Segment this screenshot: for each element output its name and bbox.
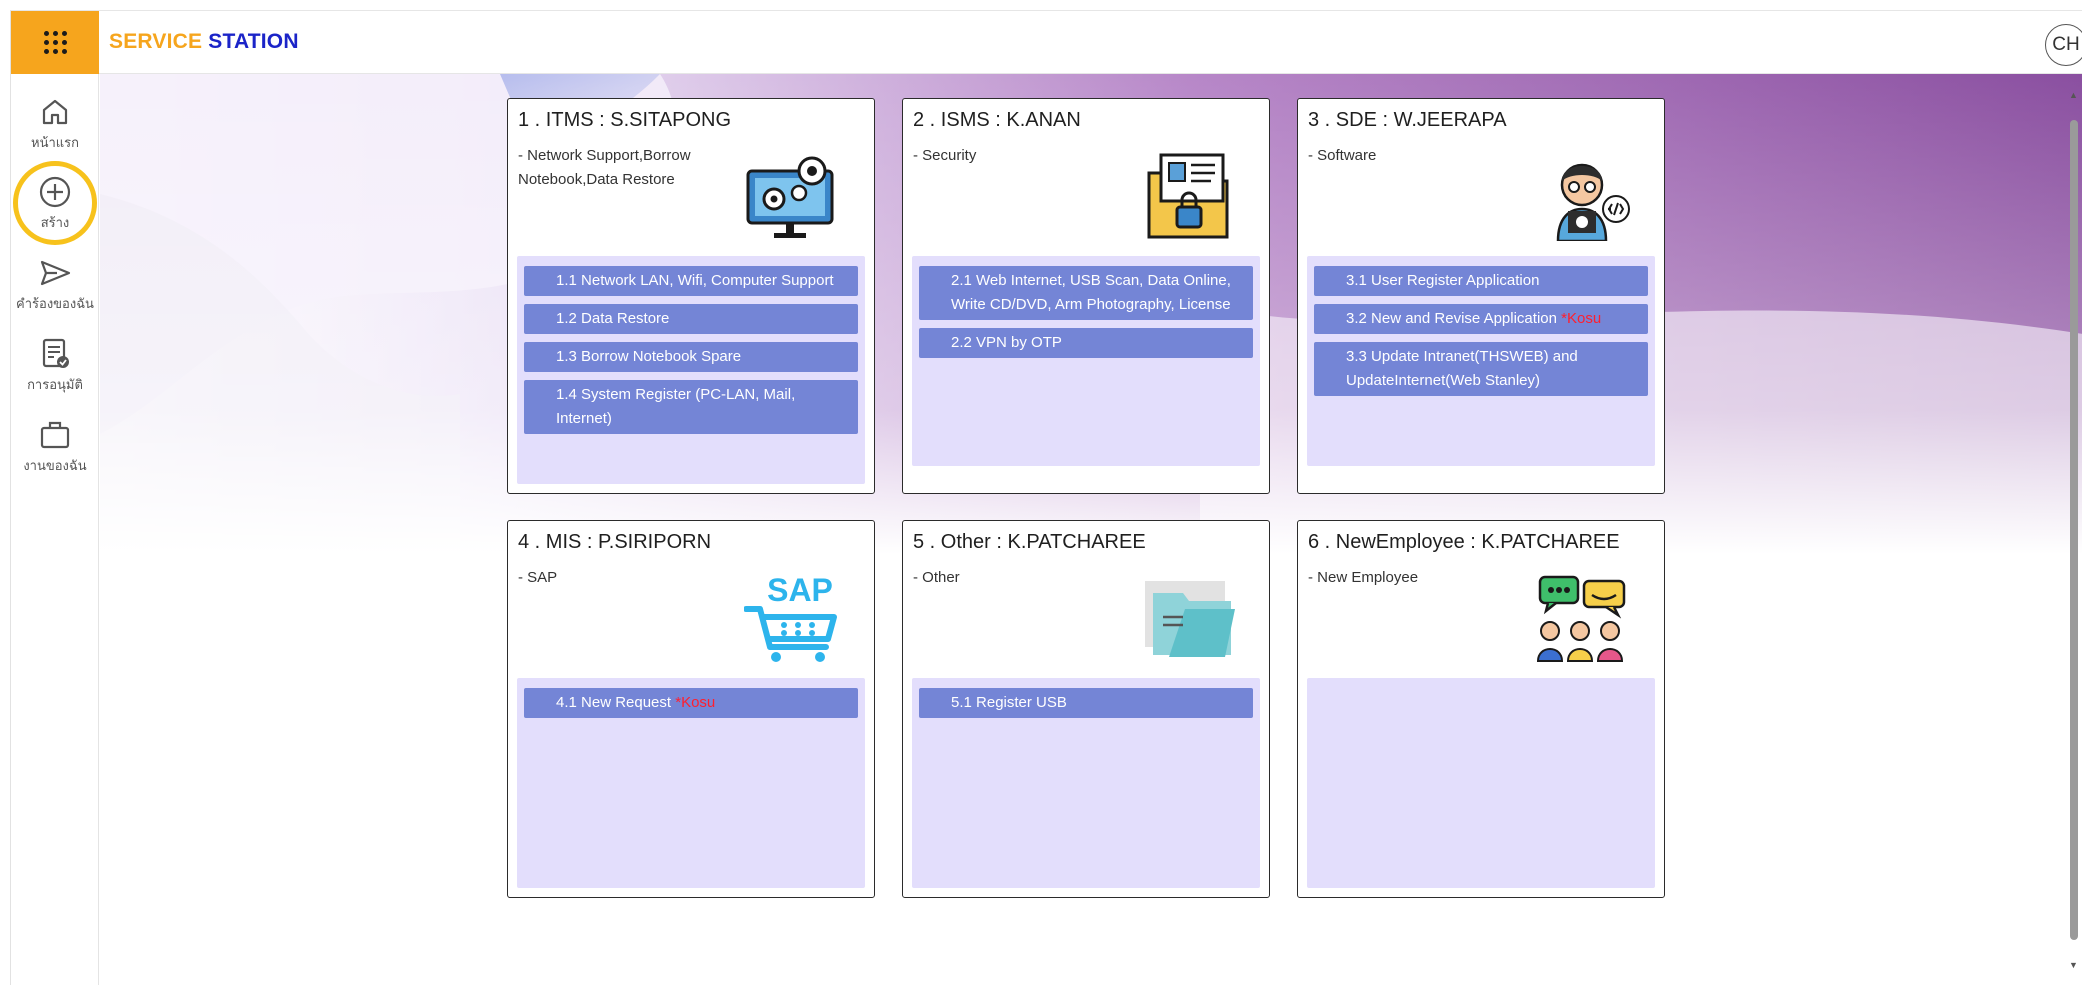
menu-item-2-1[interactable]: 2.1 Web Internet, USB Scan, Data Online,… bbox=[919, 266, 1253, 320]
card-description: - New Employee bbox=[1308, 569, 1419, 586]
menu-box: 4.1 New Request *Kosu bbox=[517, 678, 865, 888]
approval-icon bbox=[42, 338, 69, 368]
sidebar-item-my-work[interactable]: งานของฉัน bbox=[11, 417, 99, 476]
card-description: - SAP bbox=[518, 569, 558, 586]
sidebar: หน้าแรก สร้าง คำร้องของฉัน การอนุมัติ งา… bbox=[11, 74, 99, 985]
menu-item-label: 2.2 VPN by OTP bbox=[951, 334, 1062, 351]
menu-item-label: 1.2 Data Restore bbox=[556, 310, 670, 327]
kosu-tag: *Kosu bbox=[675, 694, 716, 711]
briefcase-icon bbox=[40, 421, 70, 449]
top-bar: SERVICE STATION CH bbox=[11, 11, 2082, 74]
people-chat-icon bbox=[1536, 575, 1626, 662]
send-icon bbox=[40, 260, 71, 286]
service-card-new-employee: 6 . NewEmployee : K.PATCHAREE - New Empl… bbox=[1297, 520, 1665, 898]
svg-text:SAP: SAP bbox=[767, 573, 833, 608]
card-title: 1 . ITMS : S.SITAPONG bbox=[518, 109, 731, 131]
menu-box: 1.1 Network LAN, Wifi, Computer Support … bbox=[517, 256, 865, 484]
folder-icon bbox=[1145, 581, 1235, 657]
sidebar-item-label: งานของฉัน bbox=[23, 458, 87, 473]
menu-item-label: 2.1 Web Internet, USB Scan, Data Online,… bbox=[951, 272, 1231, 313]
menu-item-label: 3.1 User Register Application bbox=[1346, 272, 1540, 289]
sidebar-item-label: การอนุมัติ bbox=[27, 377, 83, 392]
menu-box-empty bbox=[1307, 678, 1655, 888]
menu-item-label: 3.3 Update Intranet(THSWEB) and UpdateIn… bbox=[1346, 348, 1578, 389]
scroll-up-arrow-icon[interactable]: ▲ bbox=[2069, 90, 2078, 100]
user-avatar[interactable]: CH bbox=[2045, 24, 2082, 66]
service-card-isms: 2 . ISMS : K.ANAN - Security 2.1 Web Int… bbox=[902, 98, 1270, 494]
menu-item-1-4[interactable]: 1.4 System Register (PC-LAN, Mail, Inter… bbox=[524, 380, 858, 434]
menu-item-label: 1.3 Borrow Notebook Spare bbox=[556, 348, 742, 365]
service-card-mis: 4 . MIS : P.SIRIPORN - SAP SAP 4.1 New R… bbox=[507, 520, 875, 898]
menu-item-4-1[interactable]: 4.1 New Request *Kosu bbox=[524, 688, 858, 718]
sidebar-item-label: คำร้องของฉัน bbox=[16, 296, 94, 311]
card-title: 5 . Other : K.PATCHAREE bbox=[913, 531, 1146, 553]
settings-monitor-icon bbox=[746, 156, 834, 238]
scroll-down-arrow-icon[interactable]: ▼ bbox=[2069, 960, 2078, 970]
grid-icon bbox=[43, 31, 67, 54]
card-title: 2 . ISMS : K.ANAN bbox=[913, 109, 1081, 131]
sidebar-item-label: หน้าแรก bbox=[31, 135, 79, 150]
main-content: ▲ ▼ 1 . ITMS : S.SITAPONG - Network Supp… bbox=[100, 74, 2082, 985]
service-card-sde: 3 . SDE : W.JEERAPA - Software 3.1 User … bbox=[1297, 98, 1665, 494]
service-card-other: 5 . Other : K.PATCHAREE - Other 5.1 Regi… bbox=[902, 520, 1270, 898]
home-icon bbox=[42, 99, 68, 125]
menu-item-label: 3.2 New and Revise Application bbox=[1346, 310, 1562, 327]
card-description: - Security bbox=[913, 147, 977, 164]
card-title: 4 . MIS : P.SIRIPORN bbox=[518, 531, 712, 553]
menu-item-3-3[interactable]: 3.3 Update Intranet(THSWEB) and UpdateIn… bbox=[1314, 342, 1648, 396]
secure-folder-icon bbox=[1147, 153, 1229, 239]
sidebar-item-my-requests[interactable]: คำร้องของฉัน bbox=[11, 255, 99, 314]
brand-title: SERVICE STATION bbox=[109, 30, 299, 54]
app-window: SERVICE STATION CH หน้าแรก สร้าง คำร้องข… bbox=[10, 10, 2082, 985]
card-title: 6 . NewEmployee : K.PATCHAREE bbox=[1308, 531, 1620, 553]
menu-box: 2.1 Web Internet, USB Scan, Data Online,… bbox=[912, 256, 1260, 466]
menu-item-1-1[interactable]: 1.1 Network LAN, Wifi, Computer Support bbox=[524, 266, 858, 296]
menu-item-label: 5.1 Register USB bbox=[951, 694, 1067, 711]
menu-box: 5.1 Register USB bbox=[912, 678, 1260, 888]
sidebar-item-label: สร้าง bbox=[40, 215, 70, 230]
menu-item-2-2[interactable]: 2.2 VPN by OTP bbox=[919, 328, 1253, 358]
menu-item-5-1[interactable]: 5.1 Register USB bbox=[919, 688, 1253, 718]
app-launcher-button[interactable] bbox=[11, 11, 99, 74]
vertical-scrollbar[interactable]: ▲ ▼ bbox=[2067, 90, 2081, 970]
sidebar-item-create[interactable]: สร้าง bbox=[11, 174, 99, 233]
plus-circle-icon bbox=[39, 176, 71, 208]
card-title: 3 . SDE : W.JEERAPA bbox=[1308, 109, 1507, 131]
kosu-tag: *Kosu bbox=[1561, 310, 1602, 327]
sidebar-item-home[interactable]: หน้าแรก bbox=[11, 94, 99, 153]
menu-item-1-2[interactable]: 1.2 Data Restore bbox=[524, 304, 858, 334]
menu-box: 3.1 User Register Application 3.2 New an… bbox=[1307, 256, 1655, 466]
scroll-thumb[interactable] bbox=[2070, 120, 2078, 940]
sap-cart-icon: SAP bbox=[744, 573, 837, 662]
sidebar-item-approval[interactable]: การอนุมัติ bbox=[11, 336, 99, 395]
card-description: - Other bbox=[913, 569, 960, 586]
menu-item-3-2[interactable]: 3.2 New and Revise Application *Kosu bbox=[1314, 304, 1648, 334]
card-description: - Network Support,Borrow Notebook,Data R… bbox=[518, 147, 691, 188]
menu-item-1-3[interactable]: 1.3 Borrow Notebook Spare bbox=[524, 342, 858, 372]
service-card-itms: 1 . ITMS : S.SITAPONG - Network Support,… bbox=[507, 98, 875, 494]
menu-item-label: 1.4 System Register (PC-LAN, Mail, Inter… bbox=[556, 386, 796, 427]
menu-item-label: 4.1 New Request bbox=[556, 694, 676, 711]
developer-icon bbox=[1556, 163, 1630, 241]
brand-part-service: SERVICE bbox=[109, 30, 203, 53]
menu-item-label: 1.1 Network LAN, Wifi, Computer Support bbox=[556, 272, 834, 289]
card-description: - Software bbox=[1308, 147, 1377, 164]
menu-item-3-1[interactable]: 3.1 User Register Application bbox=[1314, 266, 1648, 296]
brand-part-station: STATION bbox=[208, 30, 299, 53]
